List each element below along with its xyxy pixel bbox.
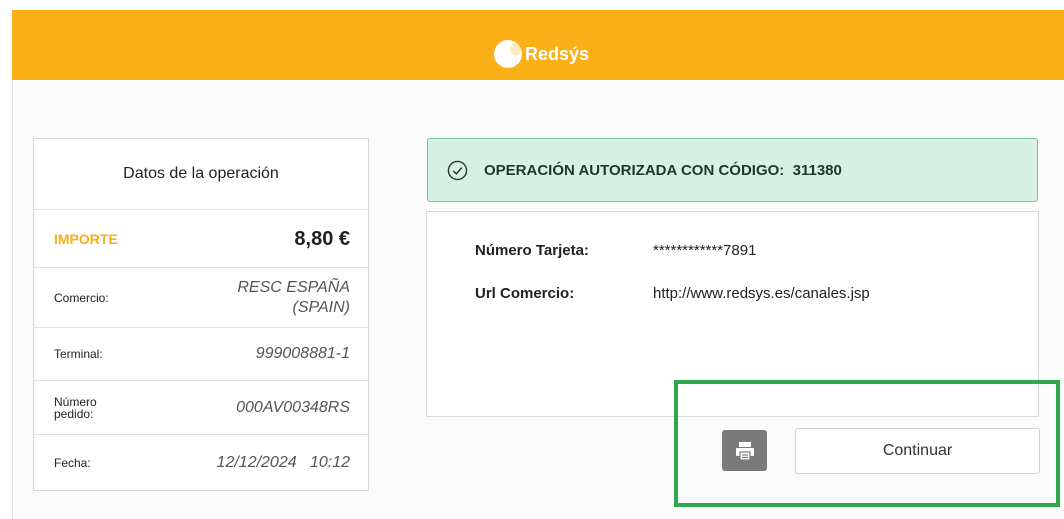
tarjeta-row: Número Tarjeta: ************7891 [475,242,756,259]
card-details-panel: Número Tarjeta: ************7891 Url Com… [426,211,1039,417]
url-row: Url Comercio: http://www.redsys.es/canal… [475,285,870,302]
comercio-value: RESC ESPAÑA (SPAIN) [237,278,350,318]
terminal-row: Terminal: 999008881-1 [34,328,368,381]
url-label: Url Comercio: [475,285,575,302]
importe-value: 8,80 € [294,227,350,250]
comercio-label: Comercio: [54,290,109,305]
operation-card: Datos de la operación IMPORTE 8,80 € Com… [33,138,369,491]
importe-label: IMPORTE [54,230,118,247]
terminal-label: Terminal: [54,347,103,361]
operation-title: Datos de la operación [34,139,368,210]
pedido-label: Número pedido: [54,394,97,421]
comercio-value-line2: (SPAIN) [292,298,350,316]
tarjeta-label: Número Tarjeta: [475,242,589,259]
importe-row: IMPORTE 8,80 € [34,210,368,268]
printer-icon [735,441,754,461]
comercio-value-line1: RESC ESPAÑA [237,278,350,296]
check-circle-icon [447,160,468,180]
comercio-row: Comercio: RESC ESPAÑA (SPAIN) [34,268,368,328]
authorization-banner: OPERACIÓN AUTORIZADA CON CÓDIGO: 311380 [427,138,1038,202]
terminal-value: 999008881-1 [255,345,350,362]
fecha-row: Fecha: 12/12/2024 10:12 [34,435,368,491]
fecha-label: Fecha: [54,456,91,470]
header-bar: Redsýs [12,10,1064,80]
redsys-logo: Redsýs [494,34,589,74]
print-button[interactable] [722,430,767,471]
logo-mark-icon [494,40,522,68]
pedido-row: Número pedido: 000AV00348RS [34,381,368,435]
authorization-message: OPERACIÓN AUTORIZADA CON CÓDIGO: 311380 [484,161,842,179]
fecha-value: 12/12/2024 10:12 [216,454,350,471]
tarjeta-value: ************7891 [653,242,757,259]
pedido-value: 000AV00348RS [236,398,350,416]
continue-button[interactable]: Continuar [795,428,1040,474]
logo-text: Redsýs [525,43,590,64]
url-link[interactable]: http://www.redsys.es/canales.jsp [653,285,870,302]
